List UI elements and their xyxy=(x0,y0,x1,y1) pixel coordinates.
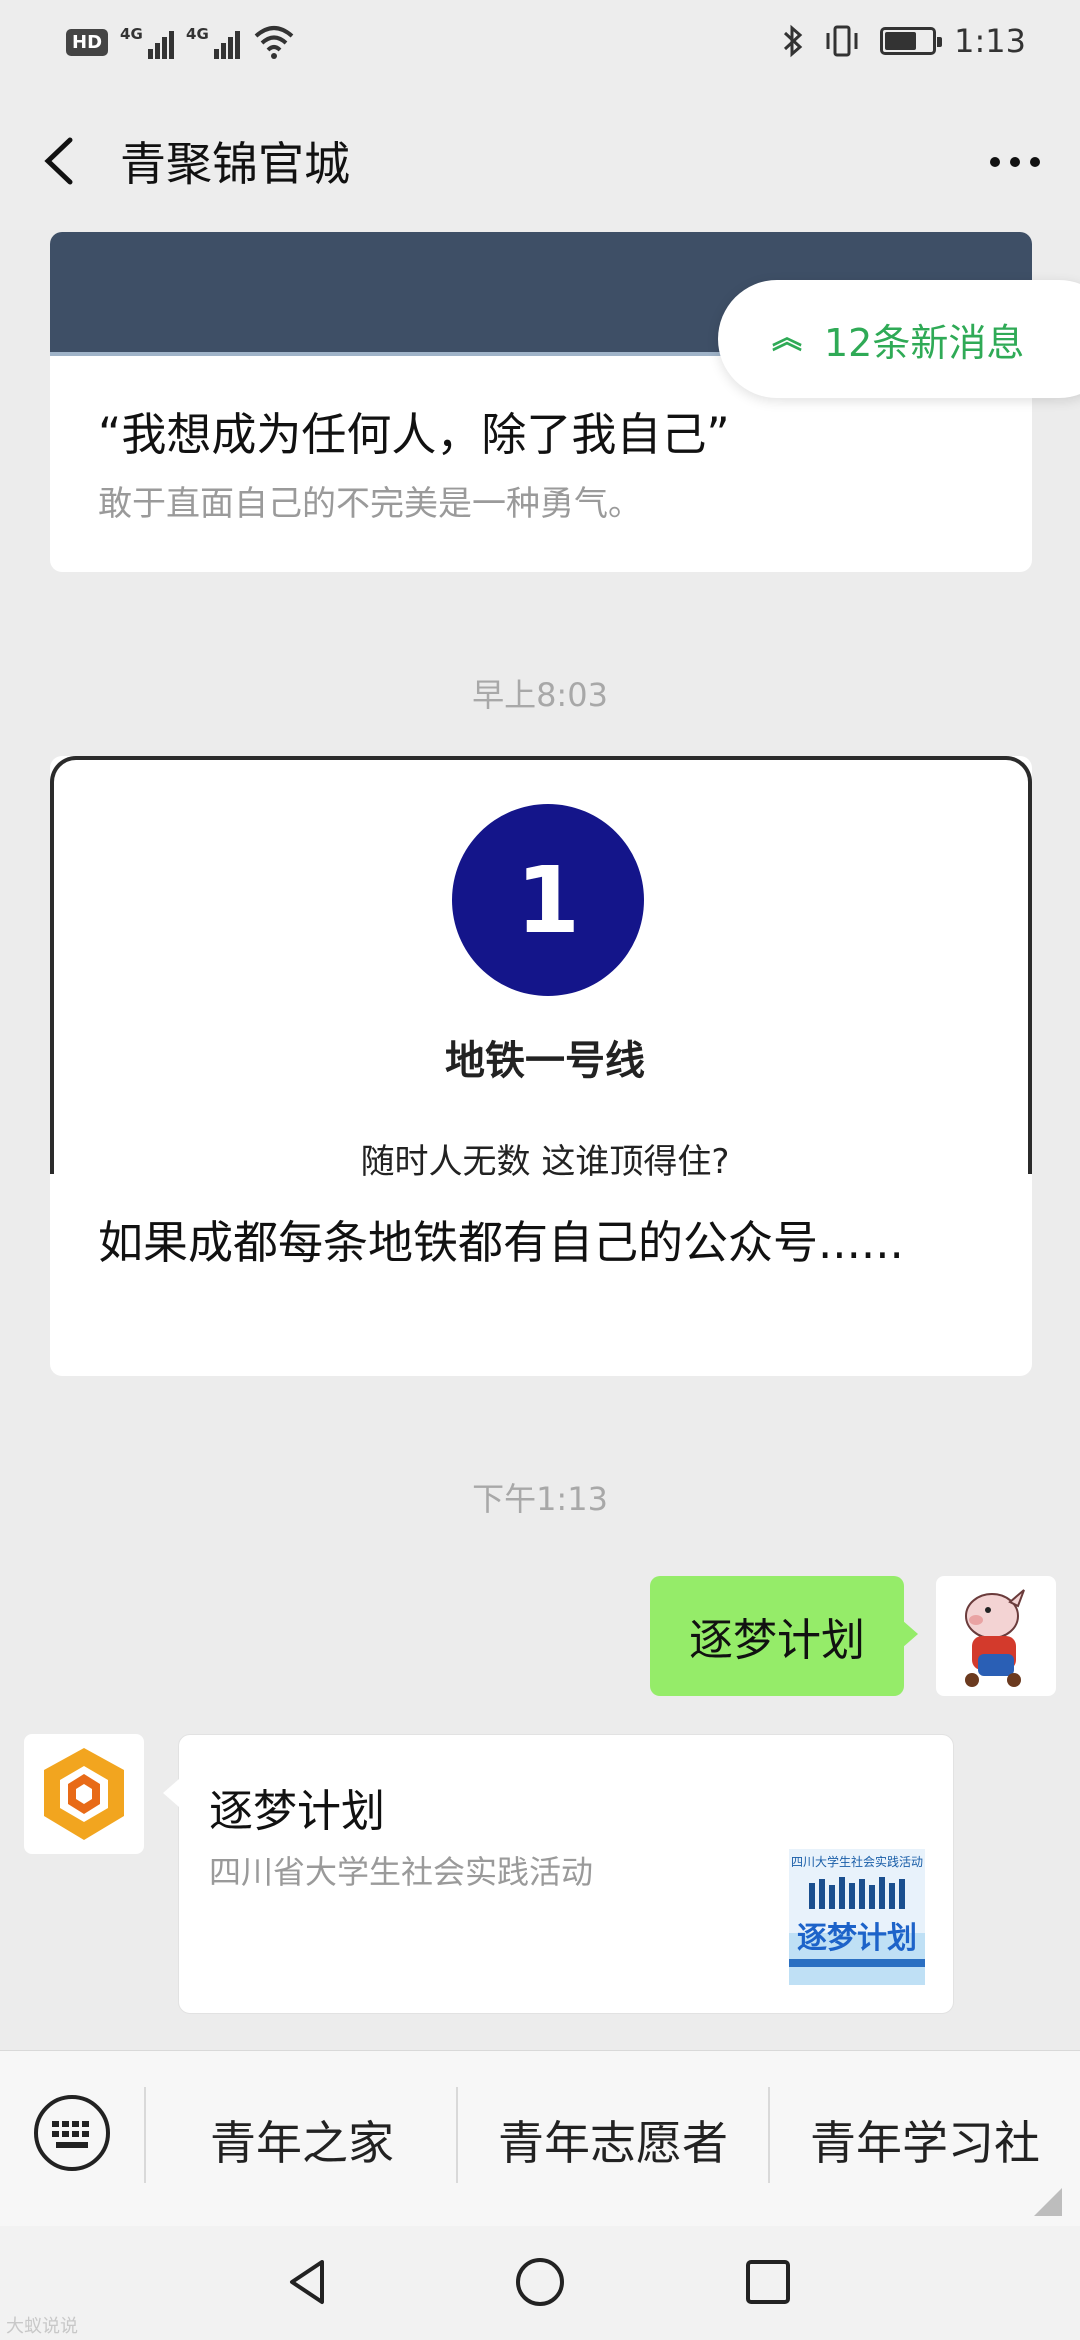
menu-divider xyxy=(144,2087,146,2183)
article-headline: “我想成为任何人，除了我自己” xyxy=(98,408,730,461)
status-time: 1:13 xyxy=(954,22,1026,60)
card-title: 逐梦计划 xyxy=(209,1786,385,1837)
nav-recent-button[interactable] xyxy=(728,2242,808,2322)
triangle-back-icon xyxy=(290,2260,324,2304)
circle-home-icon xyxy=(516,2258,564,2306)
more-button[interactable] xyxy=(980,132,1050,192)
metro-line-badge: 1 xyxy=(452,804,644,996)
watermark: 大蚁说说 xyxy=(6,2316,78,2337)
timestamp: 早上8:03 xyxy=(472,676,608,714)
thumbnail-caption: 四川大学生社会实践活动 xyxy=(790,1855,923,1869)
thumbnail-title: 逐梦计划 xyxy=(797,1921,917,1956)
shared-card[interactable]: 逐梦计划 四川省大学生社会实践活动 四川大学生社会实践活动 逐梦计划 xyxy=(163,1734,954,2014)
status-left: HD 4G 4G xyxy=(66,24,296,60)
card-thumbnail: 四川大学生社会实践活动 逐梦计划 xyxy=(789,1849,925,1985)
signal-4g-1-icon: 4G xyxy=(120,25,175,59)
menu-item-youth-home[interactable]: 青年之家 xyxy=(150,2107,454,2173)
title-bar: 青聚锦官城 xyxy=(0,90,1080,230)
square-recent-icon xyxy=(746,2260,790,2304)
bottom-menu: 青年之家 青年志愿者 青年学习社 xyxy=(0,2050,1080,2226)
signal-4g-2-icon: 4G xyxy=(186,25,241,59)
avatar[interactable] xyxy=(936,1576,1056,1696)
account-logo-icon xyxy=(44,1748,124,1840)
timestamp: 下午1:13 xyxy=(472,1480,608,1518)
chevron-left-icon xyxy=(44,137,73,185)
pig-avatar-icon xyxy=(965,1589,1025,1687)
article-digest: 敢于直面自己的不完美是一种勇气。 xyxy=(98,484,642,524)
bluetooth-icon xyxy=(784,24,803,58)
wifi-icon xyxy=(254,26,294,59)
menu-item-youth-volunteers[interactable]: 青年志愿者 xyxy=(460,2107,766,2173)
new-messages-label: 12条新消息 xyxy=(824,320,1025,365)
menu-item-youth-study[interactable]: 青年学习社 xyxy=(772,2107,1078,2173)
article-headline: 如果成都每条地铁都有自己的公众号...... xyxy=(98,1216,904,1269)
nav-back-button[interactable] xyxy=(268,2242,348,2322)
vibrate-icon xyxy=(826,25,858,57)
more-dots-icon xyxy=(990,157,1000,167)
submenu-indicator-icon xyxy=(1034,2188,1062,2216)
new-messages-button[interactable]: ︽ 12条新消息 xyxy=(718,280,1080,398)
outgoing-message-bubble[interactable]: 逐梦计划 xyxy=(650,1576,918,1696)
double-chevron-up-icon: ︽ xyxy=(772,321,802,356)
status-bar: HD 4G 4G 1:13 xyxy=(0,0,1080,90)
menu-divider xyxy=(456,2087,458,2183)
battery-icon xyxy=(880,27,943,55)
chat-title: 青聚锦官城 xyxy=(120,137,350,191)
card-description: 四川省大学生社会实践活动 xyxy=(209,1853,594,1891)
status-right: 1:13 xyxy=(782,22,1026,60)
nav-home-button[interactable] xyxy=(500,2242,580,2322)
cover-subtitle: 随时人无数 这谁顶得住? xyxy=(360,1142,730,1182)
menu-divider xyxy=(768,2087,770,2183)
system-nav-bar: 大蚁说说 xyxy=(0,2226,1080,2340)
keyboard-toggle-button[interactable] xyxy=(32,2093,112,2173)
back-button[interactable] xyxy=(30,126,90,196)
article-card-2[interactable]: 1 地铁一号线 随时人无数 这谁顶得住? 如果成都每条地铁都有自己的公众号...… xyxy=(50,756,1032,1376)
article-cover-image: 1 地铁一号线 随时人无数 这谁顶得住? xyxy=(50,756,1032,1182)
metro-line-name: 地铁一号线 xyxy=(445,1038,645,1084)
hd-badge: HD xyxy=(66,28,109,56)
account-avatar[interactable] xyxy=(24,1734,144,1854)
keyboard-icon xyxy=(34,2095,110,2171)
